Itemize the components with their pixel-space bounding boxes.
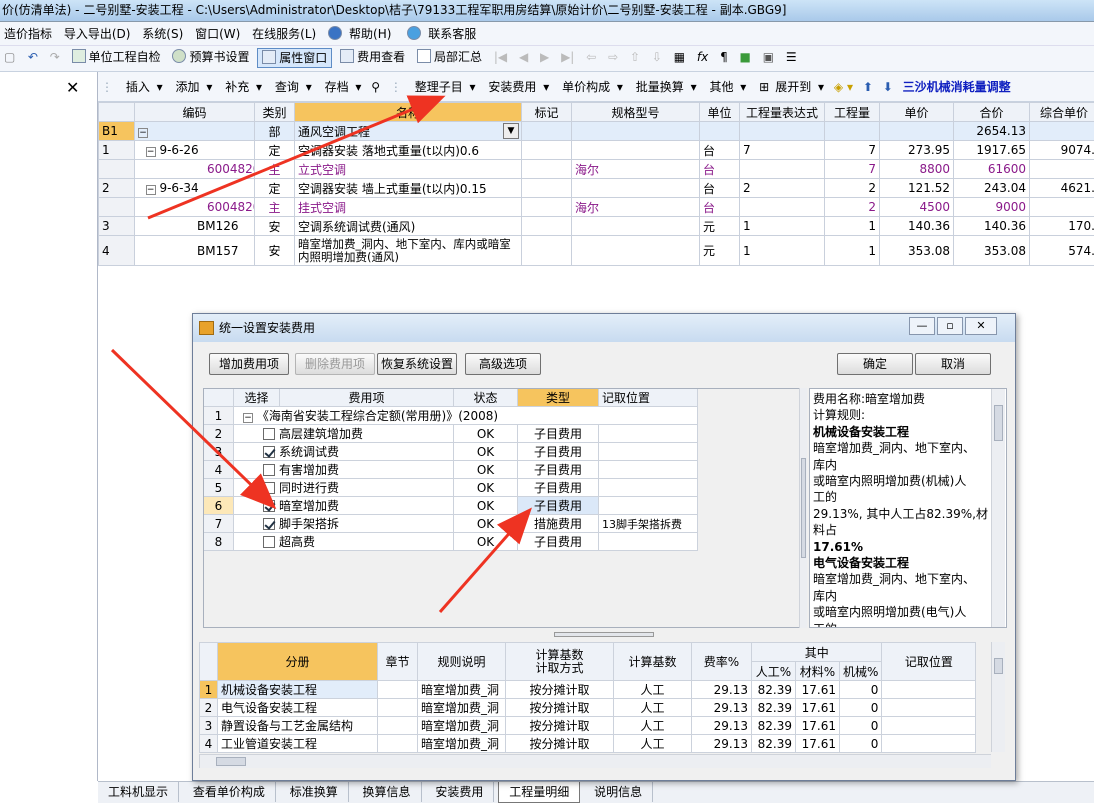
annotation-overlay <box>110 95 532 613</box>
annotation-arrow <box>110 348 277 510</box>
annotation-arrow <box>147 95 446 220</box>
annotation-arrow <box>438 507 532 613</box>
